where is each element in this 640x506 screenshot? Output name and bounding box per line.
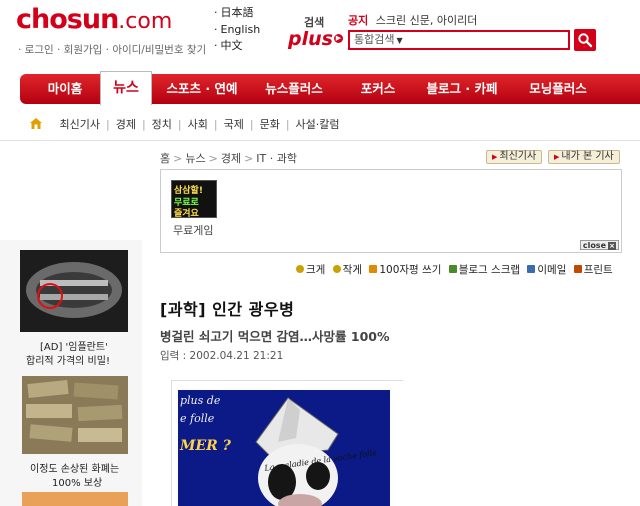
free-game-label[interactable]: 무료게임 [173, 222, 213, 238]
latest-articles-button[interactable]: ▶ 최신기사 [486, 150, 543, 164]
close-label: close [582, 241, 606, 250]
search-plus-bottom: plus [288, 28, 333, 50]
blog-icon [448, 265, 457, 273]
subnav-culture[interactable]: 문화 [260, 118, 280, 131]
money-ad-image[interactable] [22, 376, 128, 454]
poster-text-1: plus de [180, 394, 221, 407]
crumb-economy[interactable]: 경제 [221, 152, 241, 165]
poster-text-3: MER ? [180, 438, 231, 454]
search-input[interactable]: 통합검색 ▼ [348, 30, 570, 50]
notice-label: 공지 [348, 14, 369, 27]
viewed-articles-button[interactable]: ▶ 내가 본 기사 [548, 150, 620, 164]
ad-banner: 삼삼할! 무료로 즐겨요 무료게임 close × [160, 169, 622, 253]
chosun-logo[interactable]: chosun.com [16, 4, 206, 40]
breadcrumb: 홈 > 뉴스 > 경제 > IT · 과학 [160, 152, 297, 165]
divider [0, 140, 640, 141]
poster-text-2: e folle [180, 412, 215, 425]
search-icon [578, 33, 593, 48]
crumb-home[interactable]: 홈 [160, 152, 170, 165]
nav-item-sports[interactable]: 스포츠 · 연예 [160, 74, 244, 104]
nav-item-myhome[interactable]: 마이홈 [30, 74, 100, 104]
third-ad-image[interactable] [22, 492, 128, 506]
money-ad-line1[interactable]: 이정도 손상된 화폐는 [30, 460, 119, 475]
notice-text: 스크린 신문, 아이리더 [375, 14, 478, 27]
lang-english[interactable]: English [214, 22, 261, 39]
xray-image [20, 250, 128, 332]
tool-shrink[interactable]: 작게 [343, 264, 362, 276]
lang-chinese[interactable]: 中文 [214, 38, 260, 55]
tool-comment[interactable]: 100자평 쓰기 [379, 264, 441, 276]
login-links[interactable]: · 로그인 · 회원가입 · 아이디/비밀번호 찾기 [18, 42, 206, 57]
viewed-articles-label: 내가 본 기사 [561, 151, 614, 162]
triangle-icon: ▶ [554, 153, 560, 161]
notice-bar[interactable]: 공지 스크린 신문, 아이리더 [348, 12, 477, 28]
subnav-society[interactable]: 사회 [188, 118, 208, 131]
plus-circle-icon [296, 265, 304, 273]
home-icon[interactable] [30, 118, 42, 129]
play-arrow-icon: ▶ [334, 34, 343, 43]
minus-circle-icon [332, 265, 341, 273]
article-date: 입력 : 2002.04.21 21:21 [160, 350, 284, 362]
nav-item-focus[interactable]: 포커스 [350, 74, 406, 104]
logo-domain: .com [118, 9, 173, 34]
money-ad-line2[interactable]: 100% 보상 [52, 474, 102, 489]
language-links: 日本語 English 中文 [214, 5, 261, 55]
implant-ad-image[interactable] [20, 250, 128, 332]
nav-item-news[interactable]: 뉴스 [100, 71, 152, 105]
tool-email[interactable]: 이메일 [537, 264, 566, 276]
close-icon: × [608, 242, 616, 250]
article-tools: 크게 작게 100자평 쓰기 블로그 스크랩 이메일 프린트 [292, 262, 613, 277]
tool-blog-scrap[interactable]: 블로그 스크랩 [459, 264, 520, 276]
latest-articles-label: 최신기사 [499, 151, 537, 162]
subnav-politics[interactable]: 정치 [152, 118, 172, 131]
implant-ad-line2[interactable]: 합리적 가격의 비밀! [26, 352, 110, 367]
tool-print[interactable]: 프린트 [584, 264, 613, 276]
subnav-economy[interactable]: 경제 [116, 118, 136, 131]
search-button[interactable] [574, 29, 596, 51]
email-icon [527, 265, 536, 273]
nav-item-blog[interactable]: 블로그 · 카페 [420, 74, 504, 104]
main-nav: 마이홈 뉴스 스포츠 · 연예 뉴스플러스 포커스 블로그 · 카페 모닝플러스 [20, 71, 640, 105]
subnav-editorial[interactable]: 사설·칼럼 [296, 118, 340, 131]
article-subtitle: 병걸린 쇠고기 먹으면 감염…사망률 100% [160, 329, 390, 344]
triangle-icon: ▶ [492, 153, 498, 161]
chevron-down-icon: ▼ [396, 36, 403, 45]
article-title: [과학] 인간 광우병 [160, 300, 295, 319]
nav-item-newsplus[interactable]: 뉴스플러스 [256, 74, 332, 104]
crumb-news[interactable]: 뉴스 [185, 152, 205, 165]
implant-ad-line1[interactable]: [AD] '임플란트' [40, 338, 108, 353]
subnav-latest[interactable]: 최신기사 [60, 118, 100, 131]
search-scope-select[interactable]: 통합검색 [354, 33, 394, 46]
free-game-thumbnail[interactable]: 삼삼할! 무료로 즐겨요 [171, 180, 217, 219]
tool-enlarge[interactable]: 크게 [306, 264, 325, 276]
sub-nav: 최신기사 | 경제 | 정치 | 사회 | 국제 | 문화 | 사설·칼럼 [30, 116, 340, 132]
article-photo[interactable]: plus de e folle MER ? La maladie de la v… [178, 390, 390, 506]
search-plus-logo[interactable]: 검색 plus ▶ [288, 14, 344, 50]
ad-close-button[interactable]: close × [579, 240, 619, 250]
logo-main: chosun [16, 4, 119, 35]
lang-japanese[interactable]: 日本語 [214, 5, 260, 22]
crumb-it-science[interactable]: IT · 과학 [256, 152, 297, 165]
print-icon [573, 265, 582, 273]
subnav-international[interactable]: 국제 [224, 118, 244, 131]
damaged-money-image [22, 376, 128, 454]
comment-icon [369, 265, 378, 273]
game-line3: 즐겨요 [174, 209, 199, 219]
nav-item-morningplus[interactable]: 모닝플러스 [520, 74, 596, 104]
